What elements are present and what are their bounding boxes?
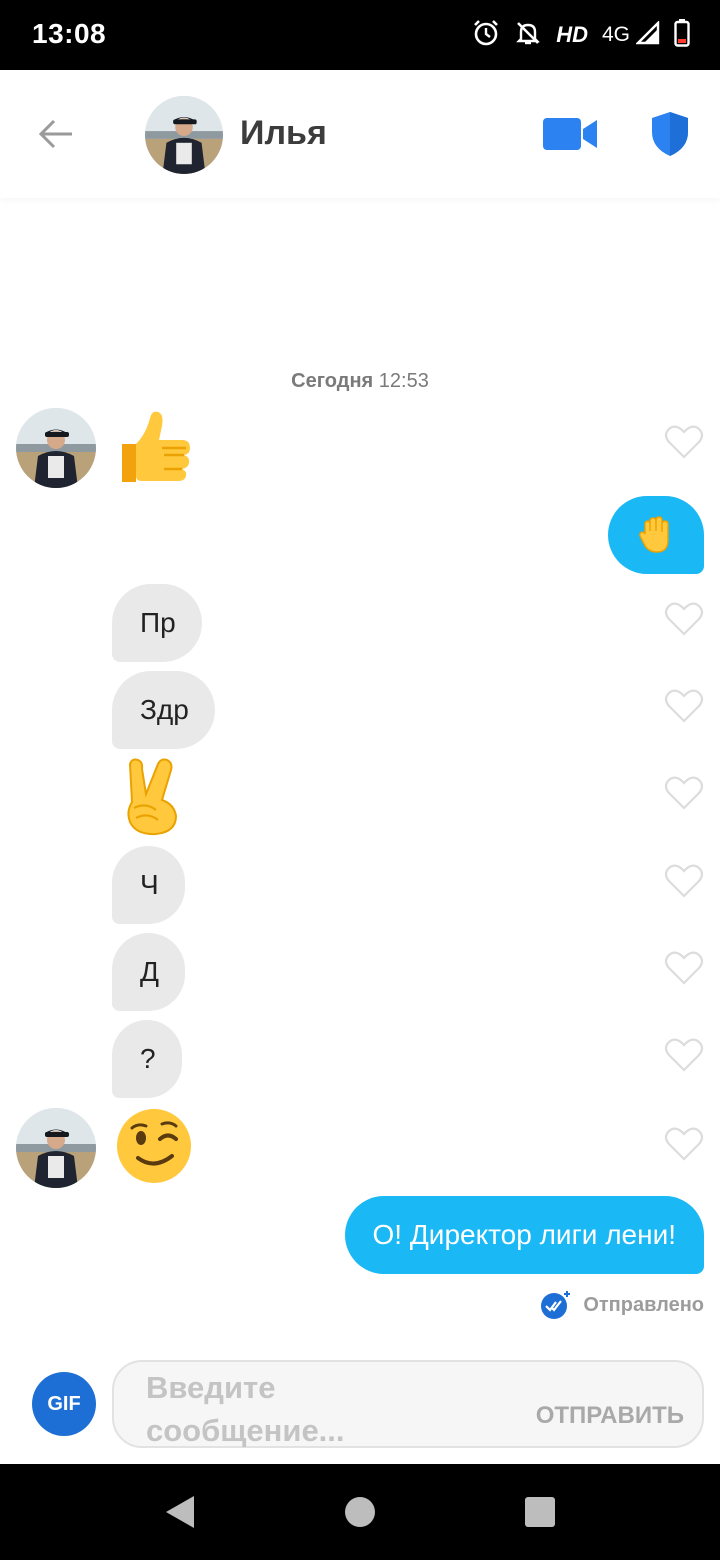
safety-button[interactable] xyxy=(648,110,692,158)
heart-icon xyxy=(664,602,704,636)
heart-icon xyxy=(664,951,704,985)
incoming-message-bubble[interactable]: Ч xyxy=(112,846,185,924)
heart-icon xyxy=(664,864,704,898)
winking-face-emoji-message[interactable] xyxy=(114,1106,194,1186)
system-navigation-bar xyxy=(0,1464,720,1560)
like-button[interactable] xyxy=(664,863,704,899)
video-call-button[interactable] xyxy=(540,116,600,152)
incoming-message-bubble[interactable]: Д xyxy=(112,933,185,1011)
heart-icon xyxy=(664,1127,704,1161)
arrow-left-icon xyxy=(38,119,72,149)
status-time: 13:08 xyxy=(32,18,107,49)
message-input-placeholder: Введите сообщение... xyxy=(146,1370,345,1448)
like-button[interactable] xyxy=(664,1126,704,1162)
raised-hand-icon xyxy=(639,516,669,553)
incoming-message-bubble[interactable]: Пр xyxy=(112,584,202,662)
gif-button[interactable]: GIF xyxy=(32,1372,96,1436)
shield-icon xyxy=(652,112,688,156)
date-divider: Сегодня 12:53 xyxy=(0,370,720,393)
heart-icon xyxy=(664,425,704,459)
winking-face-icon xyxy=(117,1109,191,1183)
nav-home-button[interactable] xyxy=(345,1497,375,1527)
date-time: 12:53 xyxy=(378,370,429,392)
like-button[interactable] xyxy=(664,1037,704,1073)
victory-emoji-message[interactable] xyxy=(116,756,188,836)
send-button[interactable]: ОТПРАВИТЬ xyxy=(536,1402,684,1430)
hd-label: HD xyxy=(556,22,588,47)
contact-avatar[interactable] xyxy=(145,96,223,174)
incoming-message-bubble[interactable]: ? xyxy=(112,1020,182,1098)
status-bar: 13:08 HD 4G xyxy=(0,0,720,70)
video-camera-icon xyxy=(543,118,597,150)
heart-icon xyxy=(664,1038,704,1072)
thumbs-up-emoji-message[interactable] xyxy=(112,404,196,488)
victory-hand-icon xyxy=(127,758,178,836)
thumbs-up-icon xyxy=(122,411,190,482)
chat-header: Илья xyxy=(0,70,720,198)
outgoing-message-bubble[interactable]: О! Директор лиги лени! xyxy=(344,1196,704,1274)
message-input[interactable]: Введите сообщение... ОТПРАВИТЬ xyxy=(112,1360,704,1448)
sender-avatar[interactable] xyxy=(16,1108,96,1188)
heart-icon xyxy=(664,776,704,810)
heart-icon xyxy=(664,689,704,723)
like-button[interactable] xyxy=(664,950,704,986)
battery-icon xyxy=(674,18,690,52)
nav-back-button[interactable] xyxy=(162,1494,196,1530)
triangle-back-icon xyxy=(166,1496,194,1528)
incoming-message-bubble[interactable]: Здр xyxy=(112,671,215,749)
nav-recents-button[interactable] xyxy=(525,1497,555,1527)
status-icons: HD 4G xyxy=(472,18,690,52)
date-day: Сегодня xyxy=(291,370,374,392)
sent-status: Отправлено xyxy=(539,1288,704,1322)
like-button[interactable] xyxy=(664,775,704,811)
contact-name[interactable]: Илья xyxy=(240,114,327,153)
outgoing-message-bubble[interactable] xyxy=(608,496,704,574)
like-button[interactable] xyxy=(664,601,704,637)
like-button[interactable] xyxy=(664,424,704,460)
sender-avatar[interactable] xyxy=(16,408,96,488)
sent-status-text: Отправлено xyxy=(583,1293,704,1316)
like-button[interactable] xyxy=(664,688,704,724)
network-label: 4G xyxy=(601,23,630,46)
back-button[interactable] xyxy=(36,114,76,154)
double-check-icon xyxy=(541,1291,571,1319)
alarm-icon xyxy=(472,19,500,52)
signal-icon xyxy=(635,19,660,50)
notifications-off-icon xyxy=(514,19,542,52)
